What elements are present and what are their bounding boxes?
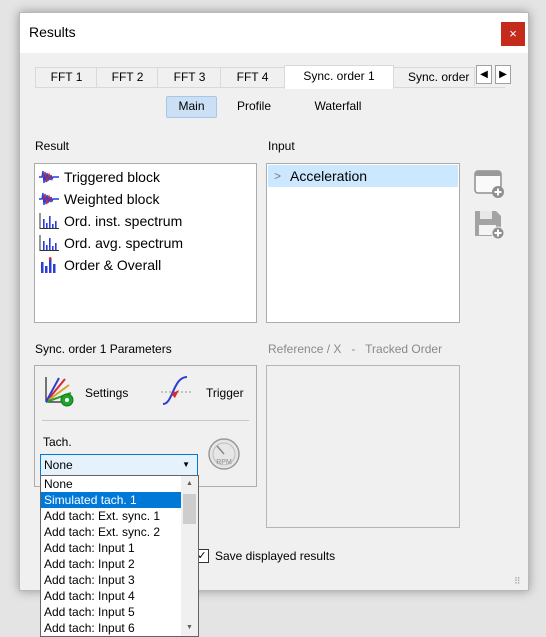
add-window-icon[interactable] [474, 168, 506, 200]
tab-fft-1[interactable]: FFT 1 [35, 67, 98, 87]
result-item-label: Ord. inst. spectrum [64, 213, 183, 229]
input-label: Input [268, 139, 295, 153]
reference-label: Reference / X - Tracked Order [268, 342, 443, 356]
result-item-ord-inst-spectrum[interactable]: Ord. inst. spectrum [39, 210, 182, 232]
dropdown-item[interactable]: Add tach: Input 4 [41, 588, 182, 604]
window-title: Results [29, 24, 76, 40]
spectrum-icon [39, 235, 59, 251]
tach-select[interactable]: None ▼ [40, 454, 198, 476]
order-bars-icon [41, 257, 56, 273]
scrollbar-thumb[interactable] [183, 494, 196, 524]
dropdown-item[interactable]: Add tach: Input 3 [41, 572, 182, 588]
settings-icon[interactable] [43, 375, 75, 407]
tab-fft-2[interactable]: FFT 2 [96, 67, 159, 87]
result-item-triggered-block[interactable]: Triggered block [39, 166, 160, 188]
resize-grip-icon[interactable]: ⠿ [514, 576, 521, 587]
tach-label: Tach. [43, 435, 72, 449]
expander-icon[interactable]: > [274, 165, 281, 187]
result-item-order-overall[interactable]: Order & Overall [39, 254, 161, 276]
result-label: Result [35, 139, 70, 153]
trigger-label[interactable]: Trigger [206, 386, 244, 400]
title-bar: Results × [20, 13, 528, 53]
close-button[interactable]: × [501, 22, 525, 46]
result-item-weighted-block[interactable]: Weighted block [39, 188, 159, 210]
scroll-down-icon[interactable]: ▼ [181, 621, 198, 635]
result-item-label: Order & Overall [64, 257, 162, 273]
dropdown-item[interactable]: None [41, 476, 182, 492]
dropdown-item[interactable]: Add tach: Input 5 [41, 604, 182, 620]
dropdown-item[interactable]: Add tach: Input 1 [41, 540, 182, 556]
tach-dropdown-list[interactable]: None Simulated tach. 1 Add tach: Ext. sy… [40, 475, 199, 637]
tab-fft-4[interactable]: FFT 4 [220, 67, 285, 87]
tach-select-value: None [44, 458, 73, 472]
tab-fft-3[interactable]: FFT 3 [157, 67, 222, 87]
subtab-profile[interactable]: Profile [232, 96, 276, 116]
dropdown-item[interactable]: Add tach: Input 6 [41, 620, 182, 636]
dropdown-item[interactable]: Add tach: Ext. sync. 2 [41, 524, 182, 540]
dropdown-item-selected[interactable]: Simulated tach. 1 [41, 492, 182, 508]
input-list[interactable]: > Acceleration [266, 163, 460, 323]
params-title: Sync. order 1 Parameters [35, 342, 172, 356]
waveform-icon [39, 192, 59, 206]
result-item-label: Ord. avg. spectrum [64, 235, 184, 251]
result-item-label: Triggered block [64, 169, 160, 185]
reference-panel [266, 365, 460, 528]
trigger-icon[interactable] [159, 373, 193, 407]
dropdown-item[interactable]: Add tach: Ext. sync. 1 [41, 508, 182, 524]
waveform-icon [39, 170, 59, 184]
save-add-icon[interactable] [474, 209, 506, 241]
spectrum-icon [39, 213, 59, 229]
tab-sync-order-1[interactable]: Sync. order 1 [284, 65, 394, 89]
tab-strip: FFT 1 FFT 2 FFT 3 FFT 4 Sync. order 1 Sy… [35, 65, 505, 89]
input-item-label: Acceleration [290, 168, 368, 184]
result-item-label: Weighted block [64, 191, 160, 207]
result-list[interactable]: Triggered block Weighted block Ord. inst… [34, 163, 257, 323]
tab-scroll-left-icon[interactable]: ◀ [476, 65, 492, 84]
tab-sync-order-2[interactable]: Sync. order [393, 67, 475, 86]
rpm-label: RPM [216, 459, 232, 466]
input-item-acceleration[interactable]: > Acceleration [268, 165, 458, 187]
dropdown-scrollbar[interactable]: ▲ ▼ [181, 476, 198, 636]
result-item-ord-avg-spectrum[interactable]: Ord. avg. spectrum [39, 232, 183, 254]
save-results-label[interactable]: Save displayed results [215, 549, 335, 563]
divider [42, 420, 249, 421]
settings-label[interactable]: Settings [85, 386, 128, 400]
subtab-waterfall[interactable]: Waterfall [307, 96, 369, 116]
subtab-main[interactable]: Main [166, 96, 217, 118]
dropdown-item[interactable]: Add tach: Input 2 [41, 556, 182, 572]
scroll-up-icon[interactable]: ▲ [181, 477, 198, 491]
chevron-down-icon: ▼ [182, 460, 190, 469]
rpm-gauge-icon[interactable]: RPM [207, 437, 241, 471]
tab-scroll-right-icon[interactable]: ▶ [495, 65, 511, 84]
